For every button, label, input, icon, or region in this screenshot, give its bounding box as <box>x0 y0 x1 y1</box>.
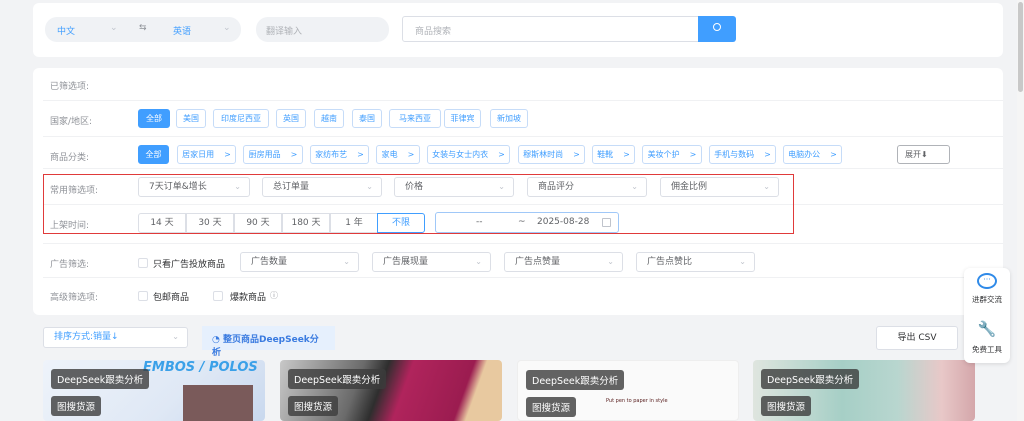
select-value: 广告点赞比 <box>647 257 693 267</box>
tools-icon: 🔧 <box>977 320 997 338</box>
swap-icon[interactable]: ⇆ <box>139 23 147 33</box>
highlight-box <box>43 174 794 234</box>
country-sg[interactable]: 新加坡 <box>490 109 528 128</box>
expand-button[interactable]: 展开⬇ <box>897 145 950 164</box>
ad-only-label: 只看广告投放商品 <box>153 260 226 270</box>
image-search-source-button[interactable]: 图搜货源 <box>761 396 812 416</box>
country-my[interactable]: 马来西亚 <box>389 109 441 128</box>
category-womenswear[interactable]: 女装与女士内衣 > <box>427 145 510 164</box>
selected-filters-label: 已筛选项: <box>50 82 90 92</box>
country-us[interactable]: 美国 <box>176 109 206 128</box>
country-ph[interactable]: 菲律宾 <box>444 109 481 128</box>
category-label-text: 居家日用 <box>182 150 215 159</box>
ad-impressions-select[interactable]: 广告展现量 ⌄ <box>372 252 491 272</box>
country-label: 国家/地区: <box>50 117 93 127</box>
category-label-text: 穆斯林时尚 <box>523 150 564 159</box>
scrollbar[interactable] <box>1017 0 1024 421</box>
country-all[interactable]: 全部 <box>138 109 170 128</box>
image-search-source-button[interactable]: 图搜货源 <box>51 396 102 416</box>
hot-items-checkbox[interactable] <box>213 291 223 301</box>
category-label-text: 家纺布艺 <box>315 150 348 159</box>
country-vn[interactable]: 越南 <box>314 109 344 128</box>
category-appliances[interactable]: 家电 > <box>376 145 420 164</box>
category-all[interactable]: 全部 <box>138 145 169 164</box>
select-value: 广告展现量 <box>383 257 429 267</box>
free-shipping-label: 包邮商品 <box>153 293 190 303</box>
product-card[interactable]: EMBOS / POLOS DeepSeek跟卖分析 图搜货源 <box>43 360 265 421</box>
product-card[interactable]: DeepSeek跟卖分析 图搜货源 <box>753 360 975 421</box>
product-search-input[interactable]: 商品搜索 <box>402 16 699 42</box>
category-home[interactable]: 居家日用 > <box>177 145 236 164</box>
source-language: 中文 <box>57 27 76 37</box>
select-value: 排序方式:销量↓ <box>54 332 119 342</box>
category-label-text: 家电 <box>381 150 398 159</box>
advanced-filter-label: 高级筛选项: <box>50 293 99 303</box>
ad-only-checkbox[interactable] <box>138 258 148 268</box>
category-label-text: 鞋靴 <box>597 150 614 159</box>
category-beauty[interactable]: 美妆个护 > <box>642 145 702 164</box>
category-kitchen[interactable]: 厨房用品 > <box>243 145 303 164</box>
category-muslim-fashion[interactable]: 穆斯林时尚 > <box>518 145 585 164</box>
source-language-select[interactable]: 中文 ⌄ ⇆ 英语 ⌄ <box>45 17 241 42</box>
deepseek-analysis-button[interactable]: DeepSeek跟卖分析 <box>526 370 625 390</box>
product-image <box>183 385 253 421</box>
category-label-text: 电脑办公 <box>788 150 821 159</box>
ad-count-select[interactable]: 广告数量 ⌄ <box>240 252 359 272</box>
search-button[interactable] <box>698 16 736 42</box>
group-chat-button[interactable]: ··· 进群交流 <box>964 273 1010 305</box>
chevron-down-icon: ⌄ <box>607 257 614 266</box>
country-uk[interactable]: 英国 <box>276 109 306 128</box>
deepseek-analysis-button[interactable]: DeepSeek跟卖分析 <box>761 369 860 389</box>
search-icon <box>713 23 721 31</box>
chevron-down-icon: ⌄ <box>739 257 746 266</box>
target-language[interactable]: 英语 <box>173 24 191 37</box>
product-card[interactable]: DeepSeek跟卖分析 图搜货源 <box>280 360 502 421</box>
product-image-text: Put pen to paper in style <box>606 398 668 404</box>
hot-items-label: 爆款商品 <box>230 293 267 303</box>
ad-like-ratio-select[interactable]: 广告点赞比 ⌄ <box>636 252 755 272</box>
scrollbar-thumb[interactable] <box>1018 2 1023 92</box>
deepseek-icon: ◔ <box>212 335 220 345</box>
category-label: 商品分类: <box>50 153 90 163</box>
chevron-down-icon: ⌄ <box>172 332 179 341</box>
chevron-down-icon: ⌄ <box>475 257 482 266</box>
chat-icon: ··· <box>977 273 997 289</box>
chevron-down-icon: ⌄ <box>110 23 118 33</box>
free-tools-label: 免费工具 <box>972 345 1002 354</box>
image-search-source-button[interactable]: 图搜货源 <box>526 397 577 417</box>
category-textiles[interactable]: 家纺布艺 > <box>310 145 369 164</box>
deepseek-page-analysis-button[interactable]: ◔ 整页商品DeepSeek分析 <box>202 326 335 358</box>
free-shipping-checkbox[interactable] <box>138 291 148 301</box>
deepseek-page-label: 整页商品DeepSeek分析 <box>212 335 319 358</box>
translate-input[interactable]: 翻译输入 <box>256 17 389 42</box>
export-csv-button[interactable]: 导出 CSV <box>876 326 958 350</box>
image-search-source-button[interactable]: 图搜货源 <box>288 396 339 416</box>
sort-select[interactable]: 排序方式:销量↓ ⌄ <box>43 327 188 348</box>
product-card[interactable]: Put pen to paper in style DeepSeek跟卖分析 图… <box>517 360 739 421</box>
category-label-text: 美妆个护 <box>647 150 680 159</box>
category-phones[interactable]: 手机与数码 > <box>709 145 776 164</box>
floating-toolbar: ··· 进群交流 🔧 免费工具 <box>964 268 1010 363</box>
category-label-text: 厨房用品 <box>248 150 281 159</box>
deepseek-analysis-button[interactable]: DeepSeek跟卖分析 <box>288 369 387 389</box>
category-label-text: 手机与数码 <box>714 150 755 159</box>
category-computers[interactable]: 电脑办公 > <box>783 145 842 164</box>
chevron-down-icon: ⌄ <box>223 23 231 33</box>
select-value: 广告点赞量 <box>515 257 561 267</box>
country-id[interactable]: 印度尼西亚 <box>213 109 269 128</box>
free-tools-button[interactable]: 🔧 免费工具 <box>964 320 1010 355</box>
product-image-text: EMBOS / POLOS <box>143 360 258 375</box>
ad-likes-select[interactable]: 广告点赞量 ⌄ <box>504 252 623 272</box>
help-icon[interactable]: ⓘ <box>270 290 278 301</box>
chevron-down-icon: ⌄ <box>343 257 350 266</box>
group-chat-label: 进群交流 <box>972 295 1002 304</box>
country-th[interactable]: 泰国 <box>352 109 382 128</box>
select-value: 广告数量 <box>251 257 288 267</box>
ad-filter-label: 广告筛选: <box>50 260 90 270</box>
category-label-text: 女装与女士内衣 <box>432 150 489 159</box>
category-shoes[interactable]: 鞋靴 > <box>592 145 635 164</box>
deepseek-analysis-button[interactable]: DeepSeek跟卖分析 <box>51 369 150 389</box>
